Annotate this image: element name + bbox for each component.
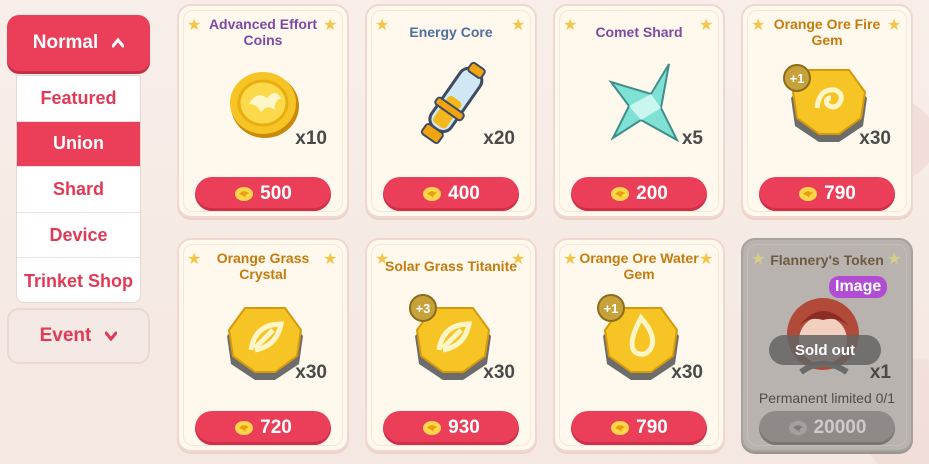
buy-button[interactable]: 790: [571, 411, 707, 445]
item-quantity: x30: [859, 128, 891, 149]
currency-icon: [788, 421, 807, 435]
item-title: Advanced Effort Coins: [208, 16, 318, 48]
upgrade-badge: +3: [409, 294, 437, 322]
sidebar-item-label: Union: [53, 133, 104, 154]
shop-card-comet-shard[interactable]: ★ ★ Comet Shard x5 200: [553, 4, 725, 218]
price-label: 500: [260, 183, 292, 204]
item-title: Orange Grass Crystal: [216, 250, 310, 282]
sidebar-item-union[interactable]: Union: [17, 121, 140, 168]
sold-out-label: Sold out: [769, 335, 881, 365]
subcategory-list: Featured Union Shard Device Trinket Shop: [16, 75, 141, 303]
shop-card-orange-ore-water-gem[interactable]: ★ ★ Orange Ore Water Gem +1 x30 790: [553, 238, 725, 452]
price-label: 930: [448, 417, 480, 438]
item-title: Energy Core: [409, 24, 493, 40]
item-quantity: x20: [483, 128, 515, 149]
price-label: 20000: [813, 417, 867, 438]
shop-card-orange-grass-crystal[interactable]: ★ ★ Orange Grass Crystal x30 720: [177, 238, 349, 452]
category-event-label: Event: [39, 325, 92, 346]
buy-button[interactable]: 200: [571, 177, 707, 211]
item-title: Flannery's Token: [770, 252, 884, 268]
sidebar-item-label: Shard: [52, 178, 104, 199]
upgrade-badge-text: +3: [416, 301, 431, 316]
chevron-down-icon: [105, 331, 118, 342]
shop-card-energy-core[interactable]: ★ ★ Energy Core x20 400: [365, 4, 537, 218]
sidebar-item-label: Featured: [40, 87, 117, 108]
category-normal-button[interactable]: Normal: [7, 15, 150, 71]
item-title: Orange Ore Fire Gem: [773, 16, 881, 48]
item-quantity: x5: [681, 128, 703, 149]
chevron-up-icon: [112, 37, 125, 48]
upgrade-badge: +1: [597, 294, 625, 322]
sidebar-item-device[interactable]: Device: [17, 213, 140, 259]
item-quantity: x30: [671, 362, 703, 383]
item-quantity: x1: [869, 362, 891, 383]
buy-button[interactable]: 720: [195, 411, 331, 445]
buy-button[interactable]: 930: [383, 411, 519, 445]
item-quantity: x30: [295, 362, 327, 383]
sidebar: Normal Featured Union Shard Device Trink…: [0, 0, 160, 464]
currency-icon: [611, 187, 630, 201]
sidebar-item-label: Trinket Shop: [23, 270, 133, 291]
upgrade-badge-text: +1: [604, 301, 619, 316]
item-quantity: x30: [483, 362, 515, 383]
item-title: Solar Grass Titanite: [385, 258, 518, 274]
shop-card-orange-ore-fire-gem[interactable]: ★ ★ Orange Ore Fire Gem +1 x30 790: [741, 4, 913, 218]
purchase-limit-text: Permanent limited 0/1: [758, 390, 896, 406]
category-normal-label: Normal: [32, 32, 99, 53]
price-label: 200: [636, 183, 668, 204]
buy-button[interactable]: 400: [383, 177, 519, 211]
currency-icon: [423, 187, 442, 201]
price-label: 720: [260, 417, 292, 438]
price-label: 400: [448, 183, 480, 204]
currency-icon: [611, 421, 630, 435]
item-title: Orange Ore Water Gem: [579, 250, 699, 282]
shop-card-advanced-effort-coins[interactable]: ★ ★ Advanced Effort Coins x10 500: [177, 4, 349, 218]
sidebar-item-label: Device: [49, 224, 108, 245]
buy-button[interactable]: 500: [195, 177, 331, 211]
sidebar-item-shard[interactable]: Shard: [17, 167, 140, 213]
upgrade-badge-text: +1: [790, 71, 805, 86]
currency-icon: [235, 187, 254, 201]
sidebar-item-trinket-shop[interactable]: Trinket Shop: [17, 258, 140, 304]
currency-icon: [423, 421, 442, 435]
buy-button-disabled: 20000: [759, 411, 895, 445]
comet-shard-icon: [608, 63, 680, 143]
upgrade-badge: +1: [783, 64, 811, 92]
item-quantity: x10: [295, 128, 327, 149]
item-title: Comet Shard: [595, 24, 683, 40]
shop-card-flannerys-token[interactable]: ★ ★ Flannery's Token Image Sold out x1 P…: [741, 238, 913, 452]
shop-card-solar-grass-titanite[interactable]: ★ ★ Solar Grass Titanite +3 x30 930: [365, 238, 537, 452]
price-label: 790: [636, 417, 668, 438]
currency-icon: [799, 187, 818, 201]
image-tag: Image: [829, 276, 888, 298]
sidebar-item-featured[interactable]: Featured: [17, 76, 140, 122]
price-label: 790: [824, 183, 856, 204]
currency-icon: [235, 421, 254, 435]
buy-button[interactable]: 790: [759, 177, 895, 211]
category-event-button[interactable]: Event: [7, 308, 150, 364]
